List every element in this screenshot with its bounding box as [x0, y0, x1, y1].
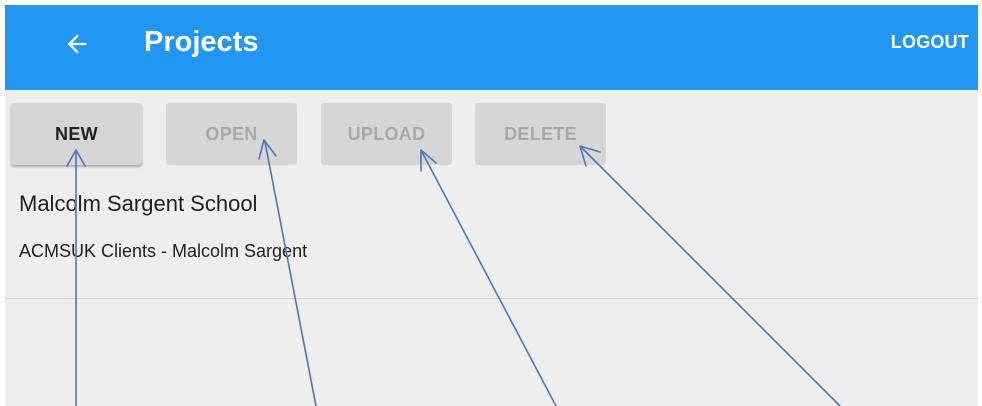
- projects-screen: Projects LOGOUT NEW OPEN UPLOAD DELETE M…: [5, 5, 978, 406]
- list-divider: [5, 298, 978, 299]
- project-client: ACMSUK Clients - Malcolm Sargent: [19, 241, 308, 261]
- open-button[interactable]: OPEN: [166, 103, 297, 165]
- delete-button[interactable]: DELETE: [475, 103, 606, 165]
- upload-button[interactable]: UPLOAD: [321, 103, 452, 165]
- arrow-back-icon: [67, 34, 87, 54]
- new-button[interactable]: NEW: [11, 103, 142, 165]
- back-button[interactable]: [53, 20, 101, 68]
- logout-button[interactable]: LOGOUT: [891, 31, 969, 53]
- project-name: Malcolm Sargent School: [19, 191, 258, 216]
- project-list-item[interactable]: Malcolm Sargent School ACMSUK Clients - …: [5, 175, 978, 299]
- page-title: Projects: [144, 26, 259, 58]
- app-bar: Projects LOGOUT: [5, 5, 978, 90]
